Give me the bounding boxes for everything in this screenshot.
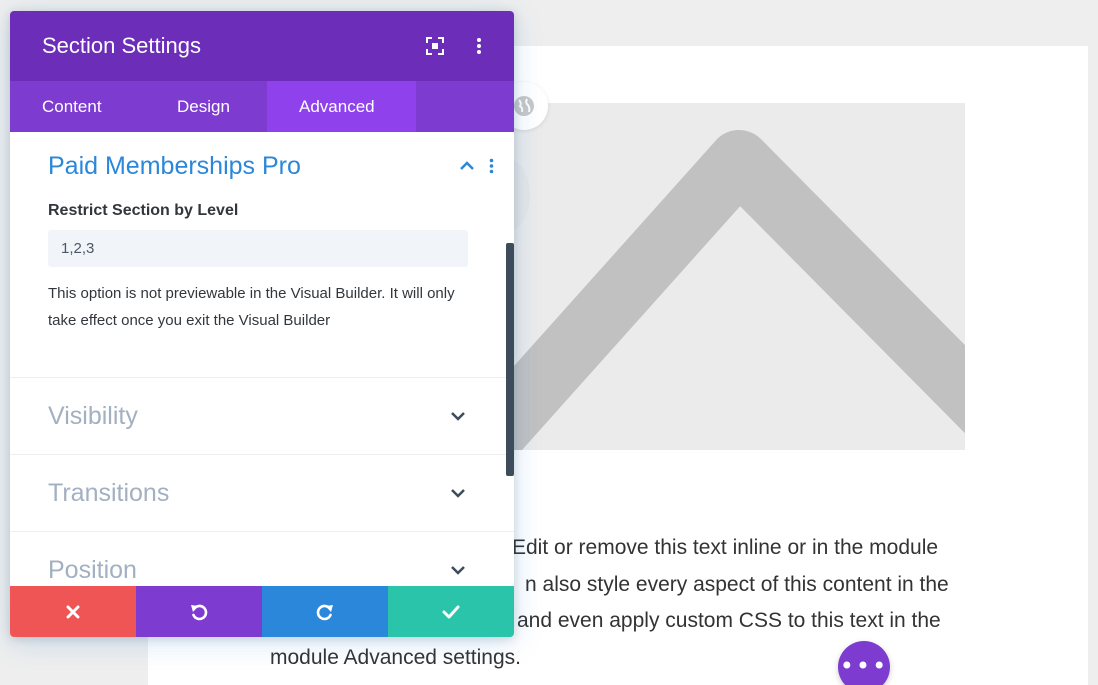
group-title: Position [48, 555, 137, 584]
restrict-level-label: Restrict Section by Level [48, 202, 239, 219]
undo-icon [191, 604, 208, 620]
chevron-up-icon[interactable] [459, 161, 475, 171]
modal-action-bar [10, 586, 514, 637]
modal-header[interactable]: Section Settings [10, 11, 514, 81]
group-kebab-icon[interactable] [489, 158, 494, 174]
modal-title: Section Settings [42, 33, 201, 58]
group-title: Transitions [48, 478, 170, 507]
image-placeholder-icon [513, 130, 965, 450]
chevron-down-icon [451, 566, 465, 575]
tab-content[interactable]: Content [10, 81, 140, 132]
section-settings-modal: Section Settings Content Design Advanced [10, 11, 514, 637]
more-dots-icon: ••• [839, 652, 889, 680]
fullscreen-icon[interactable] [424, 35, 446, 57]
settings-body: Paid Memberships Pro Restrict Section by… [10, 132, 514, 586]
check-icon [442, 605, 460, 618]
image-placeholder[interactable] [513, 103, 965, 450]
group-controls [459, 158, 494, 174]
globe-icon [514, 96, 534, 116]
group-title[interactable]: Paid Memberships Pro [48, 152, 476, 181]
restrict-level-help: This option is not previewable in the Vi… [48, 285, 455, 329]
redo-button[interactable] [262, 586, 388, 637]
tab-design[interactable]: Design [140, 81, 267, 132]
close-icon [66, 605, 80, 618]
kebab-menu-icon[interactable] [468, 35, 490, 57]
settings-scrollbar[interactable] [506, 243, 514, 476]
group-title: Visibility [48, 401, 138, 430]
chevron-down-icon [451, 489, 465, 498]
discard-button[interactable] [10, 586, 136, 637]
undo-button[interactable] [136, 586, 262, 637]
group-visibility[interactable]: Visibility [10, 378, 514, 455]
header-icons [424, 35, 490, 57]
redo-icon [316, 604, 333, 620]
group-transitions[interactable]: Transitions [10, 455, 514, 532]
restrict-level-input[interactable]: 1,2,3 [48, 230, 468, 267]
chevron-down-icon [451, 412, 465, 421]
group-paid-memberships-pro: Paid Memberships Pro Restrict Section by… [10, 132, 514, 378]
tab-advanced[interactable]: Advanced [267, 81, 416, 132]
save-button[interactable] [388, 586, 514, 637]
group-position[interactable]: Position [10, 532, 514, 586]
settings-tabs: Content Design Advanced [10, 81, 514, 132]
more-options-button[interactable]: ••• [838, 641, 890, 685]
